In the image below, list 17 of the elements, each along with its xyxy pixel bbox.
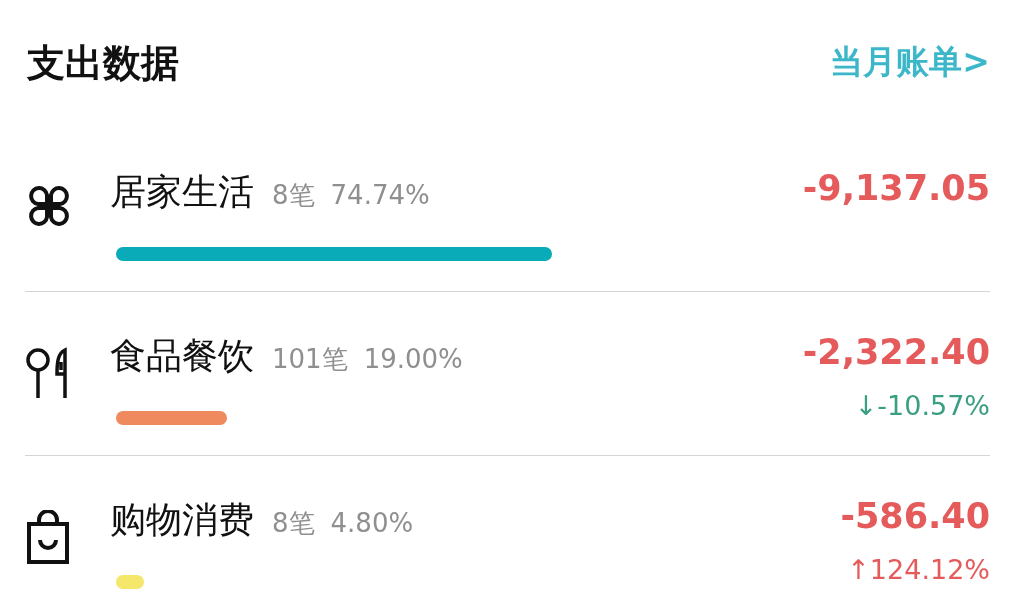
category-name: 购物消费 (110, 498, 254, 542)
amount: -9,137.05 (802, 168, 990, 208)
shopping-bag-icon (25, 510, 71, 564)
category-name: 居家生活 (110, 170, 254, 214)
section-title: 支出数据 (27, 40, 179, 87)
amount: -586.40 (840, 496, 990, 536)
transaction-count: 101笔 (272, 343, 348, 376)
amount: -2,322.40 (802, 332, 990, 372)
transaction-count: 8笔 (272, 179, 315, 212)
category-name: 食品餐饮 (110, 334, 254, 378)
share-percent: 4.80% (330, 508, 414, 538)
transaction-count: 8笔 (272, 507, 315, 540)
share-percent: 74.74% (330, 180, 430, 210)
change-percent: ↓-10.57% (854, 390, 990, 421)
share-percent: 19.00% (363, 344, 463, 374)
monthly-bill-link[interactable]: 当月账单> (830, 40, 990, 85)
change-percent: ↑124.12% (847, 554, 990, 585)
